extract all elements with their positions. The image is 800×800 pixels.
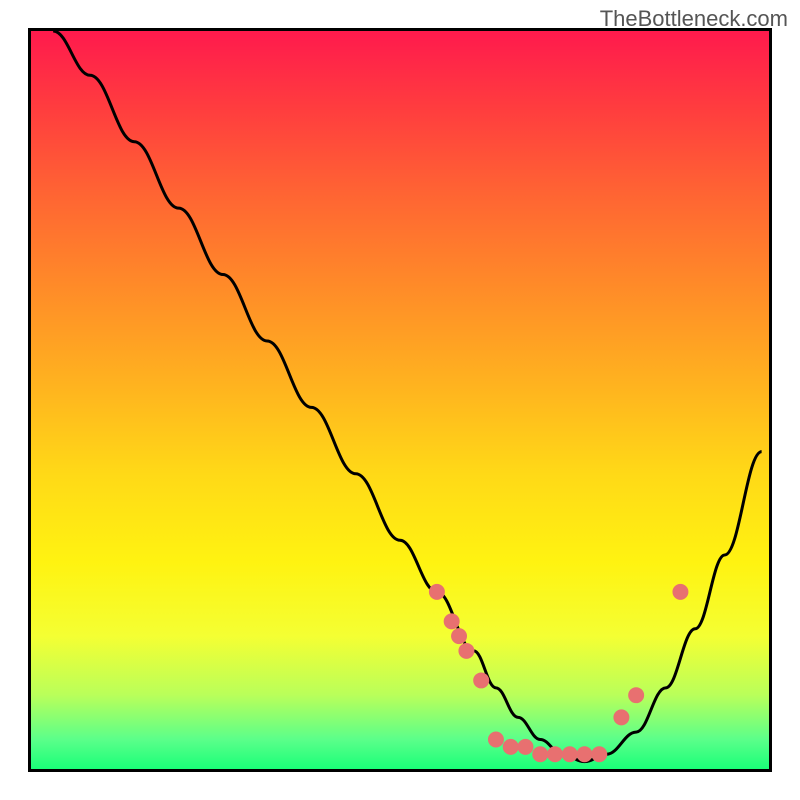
curve-layer xyxy=(53,31,761,762)
bottleneck-curve xyxy=(53,31,761,762)
data-marker xyxy=(429,584,445,600)
data-marker xyxy=(532,746,548,762)
data-marker xyxy=(628,687,644,703)
curve-svg xyxy=(31,31,769,769)
data-marker xyxy=(488,732,504,748)
data-marker xyxy=(444,613,460,629)
data-marker xyxy=(517,739,533,755)
watermark-text: TheBottleneck.com xyxy=(600,6,788,32)
data-marker xyxy=(451,628,467,644)
data-marker xyxy=(577,746,593,762)
data-marker xyxy=(473,672,489,688)
plot-area xyxy=(28,28,772,772)
data-marker xyxy=(562,746,578,762)
data-marker xyxy=(547,746,563,762)
data-marker xyxy=(613,709,629,725)
marker-layer xyxy=(429,584,688,762)
data-marker xyxy=(591,746,607,762)
chart-container: TheBottleneck.com xyxy=(0,0,800,800)
data-marker xyxy=(503,739,519,755)
data-marker xyxy=(672,584,688,600)
data-marker xyxy=(458,643,474,659)
